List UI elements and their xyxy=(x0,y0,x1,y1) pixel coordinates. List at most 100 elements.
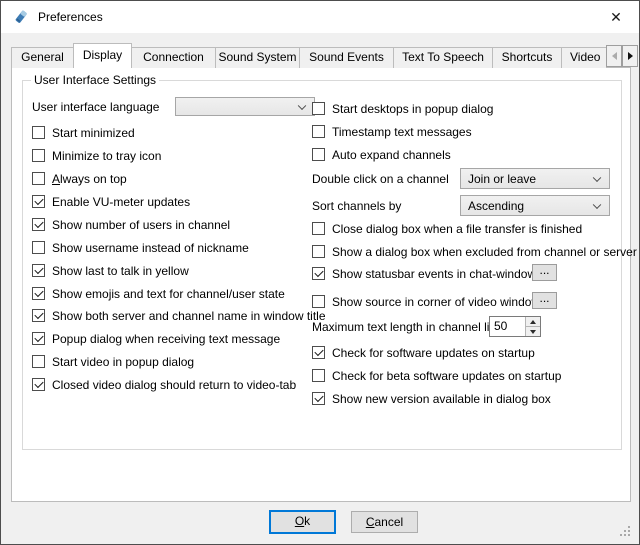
checkbox[interactable] xyxy=(312,346,325,359)
check-row: Show number of users in channel xyxy=(32,217,230,232)
double-click-combobox[interactable]: Join or leave xyxy=(460,168,610,189)
window-title: Preferences xyxy=(38,10,103,24)
tab-scroll-right-button[interactable] xyxy=(622,45,638,67)
tab-scroll-left-button[interactable] xyxy=(606,45,622,67)
check-row: Show emojis and text for channel/user st… xyxy=(32,286,285,301)
checkbox[interactable] xyxy=(312,102,325,115)
close-icon[interactable]: ✕ xyxy=(601,5,631,29)
spinner-buttons xyxy=(525,317,540,336)
checkbox-label: Close dialog box when a file transfer is… xyxy=(332,222,582,236)
chevron-down-icon xyxy=(298,101,306,109)
check-row: Show a dialog box when excluded from cha… xyxy=(312,244,637,259)
check-row: Start video in popup dialog xyxy=(32,354,194,369)
tab-general[interactable]: General xyxy=(11,47,74,68)
max-text-length-row: Maximum text length in channel list xyxy=(312,319,499,334)
max-text-length-spinner[interactable]: 50 xyxy=(489,316,541,337)
checkbox[interactable] xyxy=(32,309,45,322)
checkbox[interactable] xyxy=(312,222,325,235)
checkbox-label: Show emojis and text for channel/user st… xyxy=(52,287,285,301)
check-row: Timestamp text messages xyxy=(312,124,472,139)
tab-video[interactable]: Video xyxy=(561,47,607,68)
check-row: Minimize to tray icon xyxy=(32,148,161,163)
checkbox-label: Timestamp text messages xyxy=(332,125,472,139)
cancel-button[interactable]: Cancel xyxy=(351,511,418,533)
check-row: Popup dialog when receiving text message xyxy=(32,331,280,346)
check-row: Show new version available in dialog box xyxy=(312,391,551,406)
checkbox[interactable] xyxy=(32,355,45,368)
video-source-more-button[interactable]: ... xyxy=(532,292,557,309)
tab-connection[interactable]: Connection xyxy=(131,47,216,68)
checkbox[interactable] xyxy=(312,125,325,138)
checkbox[interactable] xyxy=(32,218,45,231)
checkbox-label: Check for software updates on startup xyxy=(332,346,535,360)
check-row: Show username instead of nickname xyxy=(32,240,249,255)
sort-channels-row: Sort channels by xyxy=(312,198,401,213)
video-source-row: Show source in corner of video window xyxy=(312,294,540,309)
checkbox[interactable] xyxy=(32,172,45,185)
resize-grip[interactable] xyxy=(620,526,632,538)
checkbox[interactable] xyxy=(312,295,325,308)
checkbox[interactable] xyxy=(312,369,325,382)
checkbox-label: Start desktops in popup dialog xyxy=(332,102,493,116)
sort-channels-label: Sort channels by xyxy=(312,199,401,213)
statusbar-events-row: Show statusbar events in chat-window xyxy=(312,266,536,281)
checkbox-label: Show number of users in channel xyxy=(52,218,230,232)
title-bar[interactable]: Preferences ✕ xyxy=(1,1,639,33)
sort-channels-value: Ascending xyxy=(468,199,524,213)
language-combobox[interactable] xyxy=(175,97,315,116)
check-row: Start minimized xyxy=(32,125,135,140)
checkbox-label: Start video in popup dialog xyxy=(52,355,194,369)
checkbox[interactable] xyxy=(32,126,45,139)
group-title: User Interface Settings xyxy=(31,73,159,87)
check-row: Closed video dialog should return to vid… xyxy=(32,377,296,392)
checkbox-label: Always on top xyxy=(52,172,127,186)
checkbox[interactable] xyxy=(32,287,45,300)
tab-text-to-speech[interactable]: Text To Speech xyxy=(393,47,493,68)
checkbox-label: Show both server and channel name in win… xyxy=(52,309,326,323)
tab-sound-events[interactable]: Sound Events xyxy=(299,47,394,68)
checkbox-label: Show source in corner of video window xyxy=(332,295,540,309)
scroll-right-icon xyxy=(628,52,633,60)
check-row: Close dialog box when a file transfer is… xyxy=(312,221,582,236)
check-row: Start desktops in popup dialog xyxy=(312,101,493,116)
checkbox-label: Start minimized xyxy=(52,126,135,140)
checkbox[interactable] xyxy=(32,332,45,345)
max-text-length-label: Maximum text length in channel list xyxy=(312,320,499,334)
spin-down-button[interactable] xyxy=(526,326,540,336)
check-row: Check for software updates on startup xyxy=(312,345,535,360)
tab-sound-system[interactable]: Sound System xyxy=(215,47,300,68)
tab-shortcuts[interactable]: Shortcuts xyxy=(492,47,562,68)
cancel-button-label: Cancel xyxy=(366,512,403,532)
ok-button[interactable]: Ok xyxy=(269,510,336,534)
display-tab-pane: User Interface Settings User interface l… xyxy=(11,67,631,502)
checkbox-label: Show new version available in dialog box xyxy=(332,392,551,406)
checkbox[interactable] xyxy=(312,148,325,161)
double-click-value: Join or leave xyxy=(468,172,536,186)
statusbar-events-more-button[interactable]: ... xyxy=(532,264,557,281)
double-click-label: Double click on a channel xyxy=(312,172,449,186)
arrow-up-icon xyxy=(530,320,536,324)
checkbox-label: Popup dialog when receiving text message xyxy=(52,332,280,346)
arrow-down-icon xyxy=(530,330,536,334)
checkbox-label: Show last to talk in yellow xyxy=(52,264,189,278)
checkbox[interactable] xyxy=(32,149,45,162)
app-icon xyxy=(13,9,29,25)
spin-up-button[interactable] xyxy=(526,317,540,326)
preferences-dialog: Preferences ✕ General Display Connection… xyxy=(0,0,640,545)
checkbox[interactable] xyxy=(32,195,45,208)
checkbox[interactable] xyxy=(32,241,45,254)
checkbox[interactable] xyxy=(312,392,325,405)
check-row: Enable VU-meter updates xyxy=(32,194,190,209)
checkbox[interactable] xyxy=(32,378,45,391)
checkbox-label: Closed video dialog should return to vid… xyxy=(52,378,296,392)
checkbox-label: Auto expand channels xyxy=(332,148,451,162)
checkbox-label: Enable VU-meter updates xyxy=(52,195,190,209)
check-row: Check for beta software updates on start… xyxy=(312,368,561,383)
checkbox[interactable] xyxy=(32,264,45,277)
sort-channels-combobox[interactable]: Ascending xyxy=(460,195,610,216)
checkbox-label: Show username instead of nickname xyxy=(52,241,249,255)
tab-display[interactable]: Display xyxy=(73,43,132,68)
checkbox[interactable] xyxy=(312,267,325,280)
checkbox[interactable] xyxy=(312,245,325,258)
language-label: User interface language xyxy=(32,100,159,114)
